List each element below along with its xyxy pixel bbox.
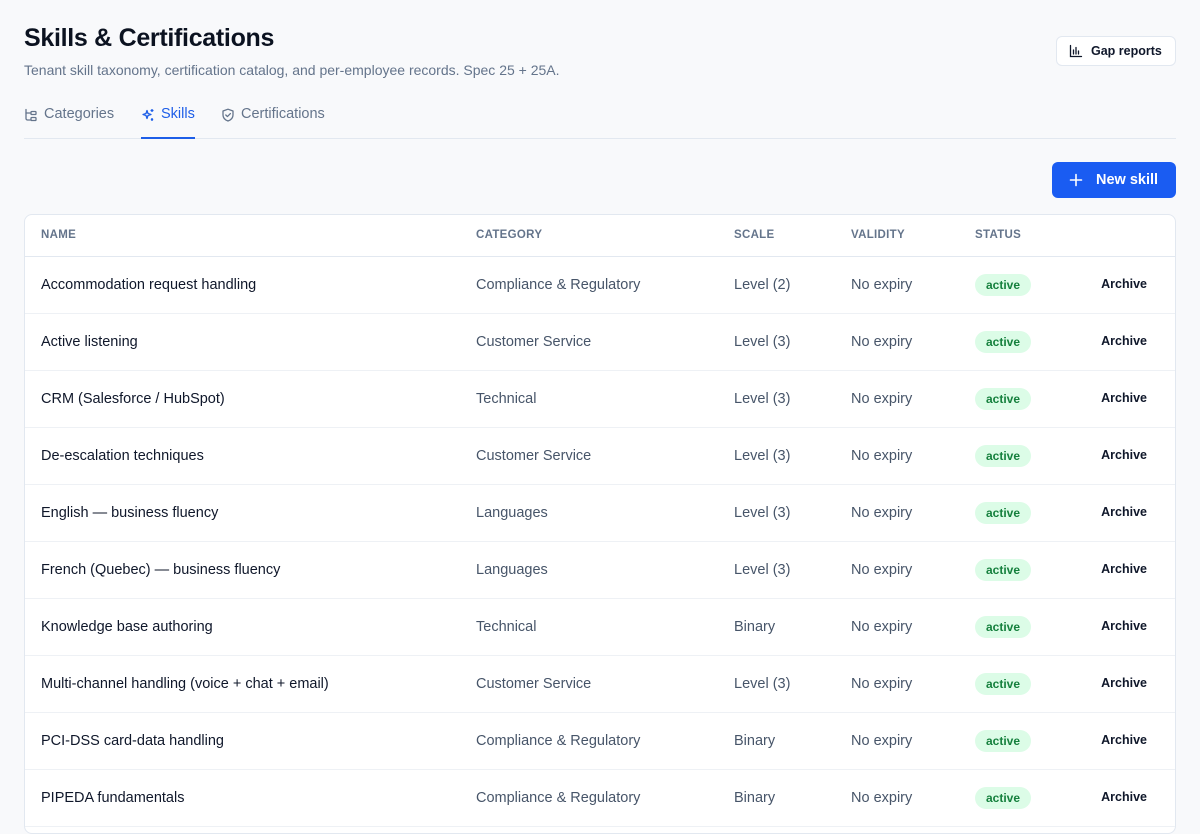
skill-name: PCI-DSS card-data handling <box>41 733 224 749</box>
table-row[interactable]: CRM (Salesforce / HubSpot) Technical Level… <box>25 371 1175 428</box>
skill-validity: No expiry <box>851 676 913 692</box>
skill-validity: No expiry <box>851 619 913 635</box>
taxonomy-icon <box>24 108 38 122</box>
gap-reports-label: Gap reports <box>1091 44 1162 58</box>
column-header-scale: SCALE <box>734 229 775 241</box>
status-badge: active <box>975 787 1032 809</box>
skill-scale: Binary <box>734 619 776 635</box>
skill-scale: Level (3) <box>734 676 791 692</box>
skill-validity: No expiry <box>851 562 913 578</box>
skill-category: Compliance & Regulatory <box>476 277 641 293</box>
table-row[interactable]: French (Quebec) — business fluency Langua… <box>25 542 1175 599</box>
column-header-status: STATUS <box>975 229 1022 241</box>
page-title: Skills & Certifications <box>24 24 275 52</box>
skill-category: Compliance & Regulatory <box>476 733 641 749</box>
archive-button[interactable]: Archive <box>1101 676 1147 690</box>
skill-name: Knowledge base authoring <box>41 619 213 635</box>
column-header-validity: VALIDITY <box>851 229 905 241</box>
shield-check-icon <box>221 108 235 122</box>
status-badge: active <box>975 673 1032 695</box>
gap-reports-button[interactable]: Gap reports <box>1056 36 1176 66</box>
table-row[interactable]: Active listening Customer Service Level (3… <box>25 314 1175 371</box>
skill-category: Languages <box>476 562 548 578</box>
new-skill-button[interactable]: New skill <box>1052 162 1176 198</box>
skill-scale: Level (3) <box>734 391 791 407</box>
archive-button[interactable]: Archive <box>1101 505 1147 519</box>
skill-validity: No expiry <box>851 733 913 749</box>
status-badge: active <box>975 274 1032 296</box>
status-badge: active <box>975 559 1032 581</box>
skill-validity: No expiry <box>851 790 913 806</box>
skill-category: Languages <box>476 505 548 521</box>
skill-name: English — business fluency <box>41 505 219 521</box>
skill-name: Accommodation request handling <box>41 277 257 293</box>
skill-validity: No expiry <box>851 505 913 521</box>
skill-scale: Level (3) <box>734 334 791 350</box>
table-row[interactable]: English — business fluency Languages Level… <box>25 485 1175 542</box>
tab-bar: Categories Skills Certifications <box>24 100 1176 139</box>
status-badge: active <box>975 445 1032 467</box>
tab-certifications[interactable]: Certifications <box>221 100 325 138</box>
skill-category: Customer Service <box>476 448 592 464</box>
column-header-category: CATEGORY <box>476 229 543 241</box>
tab-certifications-label: Certifications <box>241 106 325 122</box>
skill-category: Customer Service <box>476 334 592 350</box>
skill-scale: Level (2) <box>734 277 791 293</box>
tab-categories-label: Categories <box>44 106 115 122</box>
skill-scale: Level (3) <box>734 505 791 521</box>
table-row[interactable]: Knowledge base authoring Technical Binary N… <box>25 599 1175 656</box>
sparkles-icon <box>141 108 155 122</box>
table-body: Accommodation request handling Compliance… <box>25 257 1175 827</box>
column-header-name: NAME <box>41 229 77 241</box>
status-badge: active <box>975 502 1032 524</box>
status-badge: active <box>975 616 1032 638</box>
skill-validity: No expiry <box>851 448 913 464</box>
archive-button[interactable]: Archive <box>1101 391 1147 405</box>
bar-chart-icon <box>1069 44 1083 58</box>
status-badge: active <box>975 730 1032 752</box>
status-badge: active <box>975 388 1032 410</box>
skills-table: NAME CATEGORY SCALE VALIDITY STATUS Acco… <box>24 214 1176 834</box>
skill-scale: Binary <box>734 733 776 749</box>
table-row[interactable]: Multi-channel handling (voice + chat + e… <box>25 656 1175 713</box>
skill-scale: Level (3) <box>734 562 791 578</box>
skill-scale: Binary <box>734 790 776 806</box>
skill-category: Customer Service <box>476 676 592 692</box>
skill-validity: No expiry <box>851 391 913 407</box>
archive-button[interactable]: Archive <box>1101 448 1147 462</box>
skill-name: Active listening <box>41 334 138 350</box>
skill-name: PIPEDA fundamentals <box>41 790 185 806</box>
tab-skills-label: Skills <box>161 106 195 122</box>
archive-button[interactable]: Archive <box>1101 334 1147 348</box>
new-skill-label: New skill <box>1096 172 1159 188</box>
table-row[interactable]: PIPEDA fundamentals Compliance & Regulato… <box>25 770 1175 827</box>
tab-skills[interactable]: Skills <box>141 100 195 139</box>
skill-name: CRM (Salesforce / HubSpot) <box>41 391 225 407</box>
page-subtitle: Tenant skill taxonomy, certification cat… <box>24 62 560 78</box>
skill-validity: No expiry <box>851 277 913 293</box>
skill-scale: Level (3) <box>734 448 791 464</box>
status-badge: active <box>975 331 1032 353</box>
table-row[interactable]: De-escalation techniques Customer Service… <box>25 428 1175 485</box>
skill-name: Multi-channel handling (voice + chat + e… <box>41 676 329 692</box>
skill-category: Compliance & Regulatory <box>476 790 641 806</box>
skill-name: De-escalation techniques <box>41 448 204 464</box>
skill-category: Technical <box>476 391 537 407</box>
table-row[interactable]: PCI-DSS card-data handling Compliance & R… <box>25 713 1175 770</box>
tab-categories[interactable]: Categories <box>24 100 114 138</box>
archive-button[interactable]: Archive <box>1101 790 1147 804</box>
archive-button[interactable]: Archive <box>1101 733 1147 747</box>
skill-name: French (Quebec) — business fluency <box>41 562 281 578</box>
table-row[interactable]: Accommodation request handling Compliance… <box>25 257 1175 314</box>
archive-button[interactable]: Archive <box>1101 562 1147 576</box>
archive-button[interactable]: Archive <box>1101 619 1147 633</box>
plus-icon <box>1068 172 1084 188</box>
table-header: NAME CATEGORY SCALE VALIDITY STATUS <box>25 215 1175 257</box>
skill-category: Technical <box>476 619 537 635</box>
skill-validity: No expiry <box>851 334 913 350</box>
archive-button[interactable]: Archive <box>1101 277 1147 291</box>
